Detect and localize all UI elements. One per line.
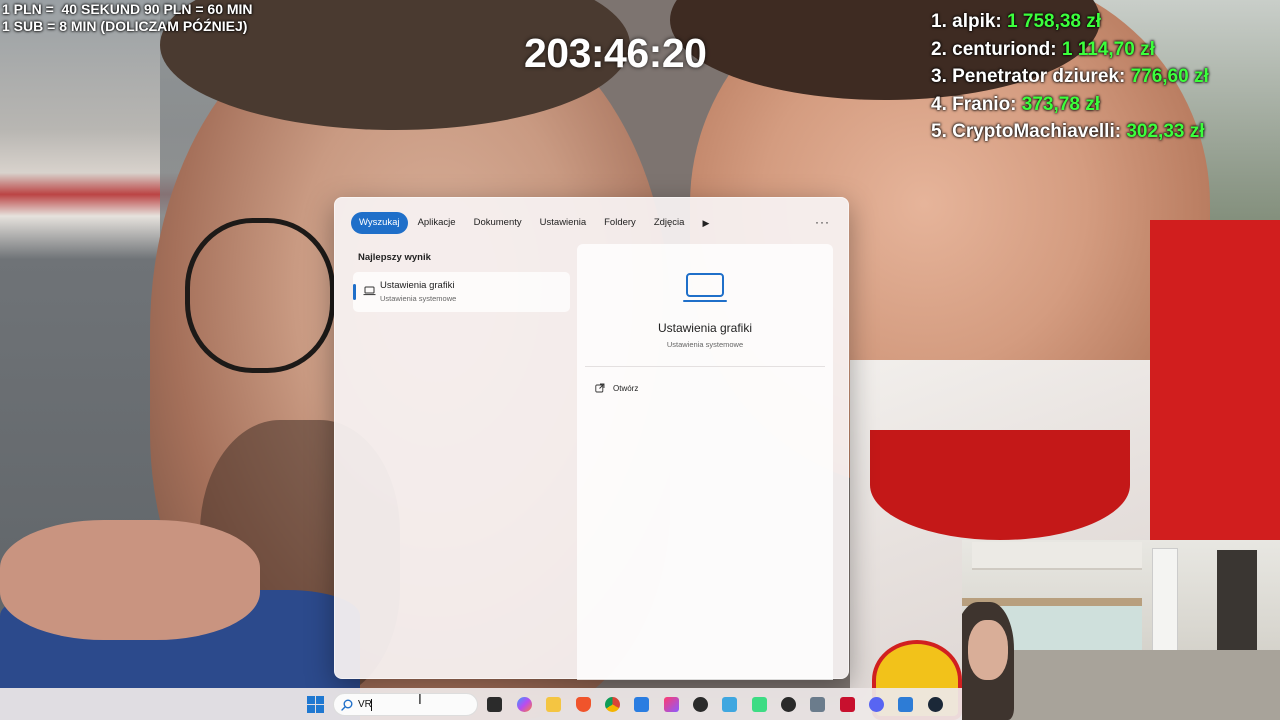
leaderboard-entry: 3. Penetrator dziurek: 776,60 zł: [931, 63, 1209, 91]
detail-title: Ustawienia grafiki: [657, 321, 753, 335]
donor-name: 1. alpik:: [931, 11, 1008, 32]
search-icon: [341, 699, 353, 711]
donation-rule-1: 1 PLN = 40 SEKUND 90 PLN = 60 MIN: [2, 1, 253, 17]
open-label: Otwórz: [613, 383, 639, 393]
obs-icon[interactable]: [693, 697, 708, 712]
notepad-icon[interactable]: [722, 697, 737, 712]
selection-indicator: [353, 284, 356, 300]
steam-icon[interactable]: [928, 697, 943, 712]
fridge: [1152, 548, 1178, 658]
laptop-icon: [683, 273, 727, 302]
more-filters-play-icon[interactable]: ▶: [694, 218, 717, 229]
donor-amount: 1 758,38 zł: [1007, 11, 1102, 32]
detail-subtitle: Ustawienia systemowe: [666, 340, 744, 349]
best-match-heading: Najlepszy wynik: [358, 252, 431, 263]
donor-leaderboard: 1. alpik: 1 758,38 zł 2. centuriond: 1 1…: [931, 8, 1209, 146]
android-studio-icon[interactable]: [752, 697, 767, 712]
donor-amount: 302,33 zł: [1126, 121, 1205, 143]
tab-ustawienia[interactable]: Ustawienia: [532, 212, 594, 234]
taskbar-search-input[interactable]: VR: [333, 693, 478, 716]
more-options-button[interactable]: ···: [815, 216, 830, 228]
file-explorer-icon[interactable]: [546, 697, 561, 712]
kitchen-cabinets: [972, 542, 1142, 570]
streamer-face: [968, 620, 1008, 680]
leaderboard-entry: 5. CryptoMachiavelli: 302,33 zł: [931, 118, 1209, 146]
windows-start-icon[interactable]: [307, 696, 324, 713]
tab-dokumenty[interactable]: Dokumenty: [466, 212, 530, 234]
result-detail-pane: Ustawienia grafiki Ustawienia systemowe …: [577, 244, 833, 680]
tab-foldery[interactable]: Foldery: [596, 212, 644, 234]
text-caret: [371, 699, 372, 711]
windows-search-panel: Wyszukaj Aplikacje Dokumenty Ustawienia …: [334, 197, 849, 680]
laptop-icon: [363, 286, 376, 296]
search-filter-tabs: Wyszukaj Aplikacje Dokumenty Ustawienia …: [351, 212, 717, 234]
racing-suit-collar: [870, 430, 1130, 540]
donor-name: 5. CryptoMachiavelli:: [931, 121, 1127, 143]
result-subtitle: Ustawienia systemowe: [380, 294, 457, 303]
best-match-result[interactable]: Ustawienia grafiki Ustawienia systemowe: [353, 272, 570, 312]
donor-name: 4. Franio:: [931, 93, 1022, 115]
app-icon-3[interactable]: [898, 697, 913, 712]
brave-icon[interactable]: [576, 697, 591, 712]
webcam-overlay: [962, 540, 1280, 720]
lower-cabinets: [1002, 606, 1142, 652]
hand: [0, 520, 260, 640]
leaderboard-entry: 2. centuriond: 1 114,70 zł: [931, 36, 1209, 64]
task-view-icon[interactable]: [487, 697, 502, 712]
leaderboard-entry: 4. Franio: 373,78 zł: [931, 91, 1209, 119]
copilot-icon[interactable]: [517, 697, 532, 712]
donation-rule-2: 1 SUB = 8 MIN (DOLICZAM PÓŹNIEJ): [2, 18, 248, 34]
leaderboard-entry: 1. alpik: 1 758,38 zł: [931, 8, 1209, 36]
app-icon[interactable]: [664, 697, 679, 712]
donor-amount: 373,78 zł: [1021, 93, 1100, 115]
discord-icon[interactable]: [869, 697, 884, 712]
app-icon-2[interactable]: [781, 697, 796, 712]
store-icon[interactable]: [634, 697, 649, 712]
result-title: Ustawienia grafiki: [380, 280, 455, 291]
adobe-icon[interactable]: [840, 697, 855, 712]
chrome-icon[interactable]: [605, 697, 620, 712]
donor-amount: 1 114,70 zł: [1061, 38, 1155, 60]
tab-aplikacje[interactable]: Aplikacje: [410, 212, 464, 234]
search-query: VR: [358, 699, 372, 710]
open-external-icon: [595, 383, 605, 393]
tab-wyszukaj[interactable]: Wyszukaj: [351, 212, 408, 234]
subathon-timer: 203:46:20: [524, 30, 707, 76]
calculator-icon[interactable]: [810, 697, 825, 712]
open-action[interactable]: Otwórz: [595, 381, 638, 395]
donation-rules: 1 PLN = 40 SEKUND 90 PLN = 60 MIN 1 SUB =…: [2, 1, 253, 35]
text-cursor-icon: I: [418, 693, 422, 708]
tab-zdjecia[interactable]: Zdjęcia: [646, 212, 693, 234]
glasses: [185, 218, 335, 373]
donor-name: 3. Penetrator dziurek:: [931, 66, 1131, 88]
donor-amount: 776,60 zł: [1130, 66, 1209, 88]
divider: [585, 366, 825, 367]
donor-name: 2. centuriond:: [931, 38, 1062, 60]
